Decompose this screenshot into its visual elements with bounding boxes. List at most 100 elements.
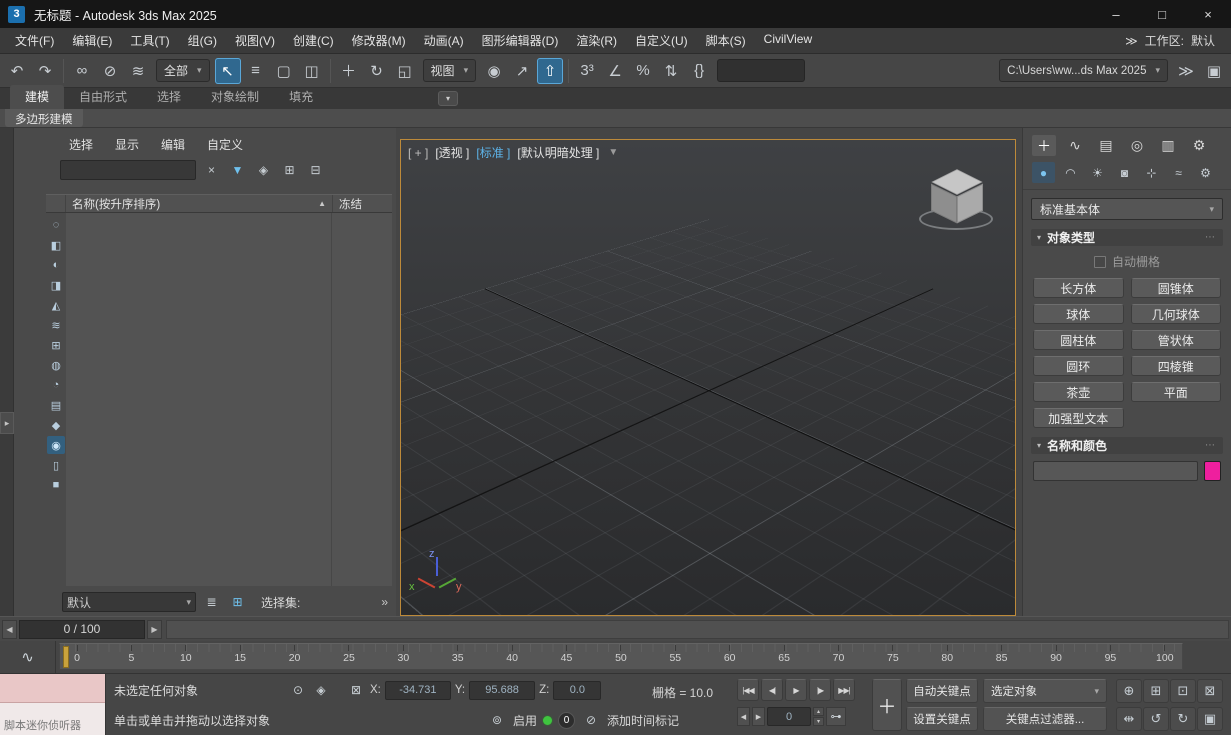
timeline-ruler[interactable]: 0 5 10 15 (59, 643, 1183, 670)
mini-curve-editor-toggle[interactable]: ∿ (15, 645, 41, 669)
select-object-icon[interactable]: ↖ (215, 58, 241, 84)
set-keys-button[interactable]: ＋ (872, 679, 902, 731)
set-key-button[interactable]: 设置关键点 (906, 707, 978, 731)
filter-groups-icon[interactable]: ⊞ (47, 336, 65, 354)
snaps-toggle-icon[interactable]: 3³ (574, 58, 600, 84)
primitive-cone-button[interactable]: 圆锥体 (1131, 278, 1222, 298)
absolute-offset-toggle-icon[interactable]: ⊠ (346, 680, 366, 700)
minimize-button[interactable]: – (1093, 0, 1139, 28)
object-color-swatch[interactable] (1204, 461, 1221, 481)
primitive-cylinder-button[interactable]: 圆柱体 (1033, 330, 1124, 350)
menu-modifiers[interactable]: 修改器(M) (343, 28, 415, 53)
adaptive-degradation-icon[interactable]: ⊚ (487, 710, 507, 730)
select-and-scale-icon[interactable]: ◱ (392, 58, 418, 84)
subcategory-dropdown[interactable]: 标准基本体 ▾ (1031, 198, 1223, 220)
menu-create[interactable]: 创建(C) (284, 28, 343, 53)
explorer-preset-dropdown[interactable]: 默认 ▾ (62, 592, 196, 612)
viewport-canvas[interactable]: [ + ] [透视 ] [标准 ] [默认明暗处理 ] ▼ x y z (400, 139, 1016, 616)
shapes-category-icon[interactable]: ◠ (1059, 162, 1082, 183)
helpers-category-icon[interactable]: ⊹ (1140, 162, 1163, 183)
play-button[interactable]: ▶ (785, 679, 807, 701)
tab-polygon-modeling[interactable]: 多边形建模 (5, 109, 83, 127)
primitive-box-button[interactable]: 长方体 (1033, 278, 1124, 298)
menu-group[interactable]: 组(G) (179, 28, 226, 53)
filter-containers-icon[interactable]: ▤ (47, 396, 65, 414)
edit-named-selection-sets-icon[interactable]: {} (686, 58, 712, 84)
object-name-input[interactable] (1033, 461, 1198, 481)
previous-key-button[interactable]: ◀ (737, 707, 750, 726)
add-time-tag-label[interactable]: 添加时间标记 (607, 712, 679, 729)
filter-xrefs-icon[interactable]: ◍ (47, 356, 65, 374)
primitive-sphere-button[interactable]: 球体 (1033, 304, 1124, 324)
macro-recorder-line[interactable] (0, 674, 105, 703)
listener-line[interactable]: 脚本迷你侦听器 (0, 703, 105, 735)
lock-explorer-icon[interactable]: ◈ (253, 160, 274, 180)
sort-by-hierarchy-icon[interactable]: ⊞ (227, 592, 248, 612)
filter-all-icon[interactable]: ◌ (47, 216, 65, 234)
menu-tools[interactable]: 工具(T) (121, 28, 178, 53)
keyboard-override-icon[interactable]: ⇧ (537, 58, 563, 84)
workspace-selector[interactable]: 默认 (1191, 32, 1215, 49)
hierarchy-tab-icon[interactable]: ▤ (1094, 135, 1118, 156)
select-and-link-icon[interactable]: ∞ (69, 58, 95, 84)
window-crossing-icon[interactable]: ◫ (299, 58, 325, 84)
spinner-down-icon[interactable]: ▾ (813, 717, 824, 726)
clear-search-icon[interactable]: × (201, 160, 222, 180)
previous-frame-button[interactable]: ◀| (761, 679, 783, 701)
workspace-switch-icon[interactable]: ▣ (1201, 58, 1227, 84)
next-key-button[interactable]: ▶ (752, 707, 765, 726)
viewport-style-menu[interactable]: [标准 ] (476, 144, 510, 161)
x-coordinate-field[interactable] (385, 681, 451, 700)
systems-category-icon[interactable]: ⚙ (1194, 162, 1217, 183)
zoom-icon[interactable]: ⊕ (1116, 679, 1142, 703)
go-to-end-button[interactable]: ▶▶| (833, 679, 855, 701)
frame-spinner[interactable]: ▴ ▾ (813, 707, 824, 726)
rollout-object-type[interactable]: ▾ 对象类型 ⋯ (1031, 229, 1223, 246)
spinner-snap-icon[interactable]: ⇅ (658, 58, 684, 84)
key-mode-toggle-icon[interactable]: ⊶ (826, 707, 846, 726)
filter-helpers-icon[interactable]: ◭ (47, 296, 65, 314)
create-tab-icon[interactable]: ＋ (1032, 135, 1056, 156)
column-header-name[interactable]: 名称(按升序排序) ▲ (66, 196, 332, 212)
column-options-icon[interactable]: ⊟ (305, 160, 326, 180)
panel-expander-button[interactable]: ▸ (0, 412, 14, 434)
ribbon-collapse-toggle[interactable]: ▾ (438, 91, 458, 106)
maximize-button[interactable]: □ (1139, 0, 1185, 28)
primitive-textplus-button[interactable]: 加强型文本 (1033, 408, 1124, 428)
viewport-filter-icon[interactable]: ▼ (608, 147, 618, 158)
select-and-move-icon[interactable]: ＋ (336, 58, 362, 84)
sync-selection-icon[interactable]: ⊞ (279, 160, 300, 180)
filter-materials-icon[interactable]: ◆ (47, 416, 65, 434)
menu-file[interactable]: 文件(F) (6, 28, 63, 53)
menu-civilview[interactable]: CivilView (755, 28, 821, 53)
autogrid-checkbox[interactable] (1094, 256, 1106, 268)
use-pivot-center-icon[interactable]: ◉ (481, 58, 507, 84)
display-filter-icon[interactable]: ▼ (227, 160, 248, 180)
angle-snap-icon[interactable]: ∠ (602, 58, 628, 84)
menu-scripting[interactable]: 脚本(S) (697, 28, 755, 53)
current-frame-field[interactable] (767, 707, 811, 726)
filter-lights-icon[interactable]: ◐ (47, 256, 65, 274)
geometry-category-icon[interactable]: ● (1032, 162, 1055, 183)
menu-customize[interactable]: 自定义(U) (626, 28, 697, 53)
pan-icon[interactable]: ⇹ (1116, 707, 1142, 731)
explorer-overflow-icon[interactable]: » (381, 595, 388, 609)
primitive-tube-button[interactable]: 管状体 (1131, 330, 1222, 350)
undo-icon[interactable]: ↶ (4, 58, 30, 84)
project-folder-dropdown[interactable]: C:\Users\ww...ds Max 2025▾ (999, 59, 1168, 82)
viewport-shading-menu[interactable]: [默认明暗处理 ] (517, 144, 599, 161)
zoom-region-icon[interactable]: ⊠ (1197, 679, 1223, 703)
orbit-icon[interactable]: ↺ (1143, 707, 1169, 731)
z-coordinate-field[interactable] (553, 681, 601, 700)
viewcube[interactable] (917, 160, 997, 238)
viewport-pov-menu[interactable]: [透视 ] (435, 144, 469, 161)
select-by-name-icon[interactable]: ≡ (243, 58, 269, 84)
primitive-torus-button[interactable]: 圆环 (1033, 356, 1124, 376)
filter-bones-icon[interactable]: ◔ (47, 376, 65, 394)
rectangular-selection-region-icon[interactable]: ▢ (271, 58, 297, 84)
primitive-teapot-button[interactable]: 茶壶 (1033, 382, 1124, 402)
explorer-object-list[interactable] (66, 213, 392, 586)
named-selection-sets-input[interactable] (717, 59, 805, 82)
select-and-rotate-icon[interactable]: ↻ (364, 58, 390, 84)
space-warps-category-icon[interactable]: ≈ (1167, 162, 1190, 183)
